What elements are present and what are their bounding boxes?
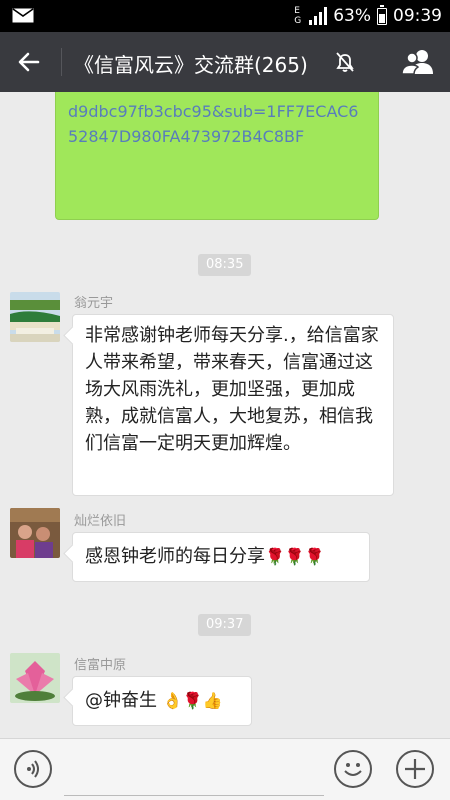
chat-title: 《信富风云》交流群(265) bbox=[74, 53, 308, 77]
chat-header: 《信富风云》交流群(265) bbox=[0, 32, 450, 92]
message-input[interactable] bbox=[64, 749, 324, 796]
reaction-emoji: 👌🌹👍 bbox=[162, 691, 223, 710]
message-bubble[interactable]: 非常感谢钟老师每天分享.，给信富家人带来希望，带来春天，信富通过这场大风雨洗礼，… bbox=[72, 314, 394, 496]
emoji-icon bbox=[344, 763, 362, 776]
plus-icon bbox=[405, 759, 425, 779]
sender-name: 翁元宇 bbox=[74, 296, 114, 311]
more-button[interactable] bbox=[396, 750, 434, 788]
sender-name: 灿烂依旧 bbox=[74, 514, 127, 529]
back-arrow-icon[interactable] bbox=[14, 47, 44, 77]
input-bar bbox=[0, 738, 450, 800]
status-bar: E G 63% 09:39 bbox=[0, 0, 450, 32]
message-bubble[interactable]: 感恩钟老师的每日分享🌹🌹🌹 bbox=[72, 532, 370, 582]
header-divider bbox=[61, 48, 62, 76]
timestamp: 09:37 bbox=[198, 614, 252, 636]
voice-button[interactable] bbox=[14, 750, 52, 788]
chat-area[interactable]: noteshare?id=6e8cbb0cbac50392 6d9dbc97fb… bbox=[0, 92, 450, 738]
link-text[interactable]: noteshare?id=6e8cbb0cbac50392 6d9dbc97fb… bbox=[68, 92, 368, 149]
sender-name: 信富中原 bbox=[74, 658, 127, 673]
network-type: E G bbox=[294, 6, 302, 26]
clock: 09:39 bbox=[393, 6, 442, 26]
group-members-icon[interactable] bbox=[400, 46, 436, 78]
mute-bell-icon bbox=[336, 52, 354, 72]
message-text: 感恩钟老师的每日分享 bbox=[85, 546, 265, 567]
avatar[interactable] bbox=[10, 508, 60, 558]
emoji-button[interactable] bbox=[334, 750, 372, 788]
voice-icon bbox=[27, 760, 39, 778]
mail-icon bbox=[12, 8, 34, 23]
battery-icon bbox=[377, 4, 387, 25]
battery-percent: 63% bbox=[333, 6, 371, 26]
signal-icon bbox=[309, 7, 328, 25]
timestamp: 08:35 bbox=[198, 254, 252, 276]
message-text: @钟奋生 bbox=[85, 690, 163, 711]
rose-emoji: 🌹🌹🌹 bbox=[265, 547, 325, 566]
message-bubble[interactable]: @钟奋生 👌🌹👍 bbox=[72, 676, 252, 726]
avatar[interactable] bbox=[10, 653, 60, 703]
message-text: 非常感谢钟老师每天分享.，给信富家人带来希望，带来春天，信富通过这场大风雨洗礼，… bbox=[85, 325, 379, 454]
link-message-bubble[interactable]: noteshare?id=6e8cbb0cbac50392 6d9dbc97fb… bbox=[55, 92, 379, 220]
avatar[interactable] bbox=[10, 292, 60, 342]
